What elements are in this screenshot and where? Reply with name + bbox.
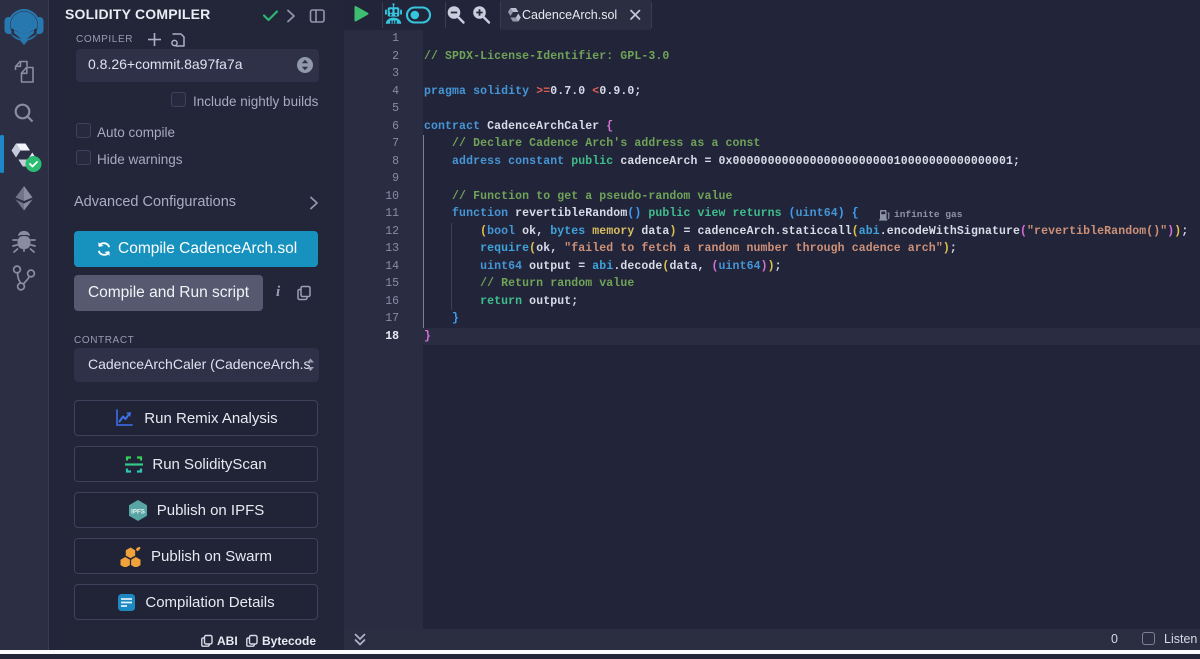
svg-text:IPFS: IPFS [131,508,145,515]
